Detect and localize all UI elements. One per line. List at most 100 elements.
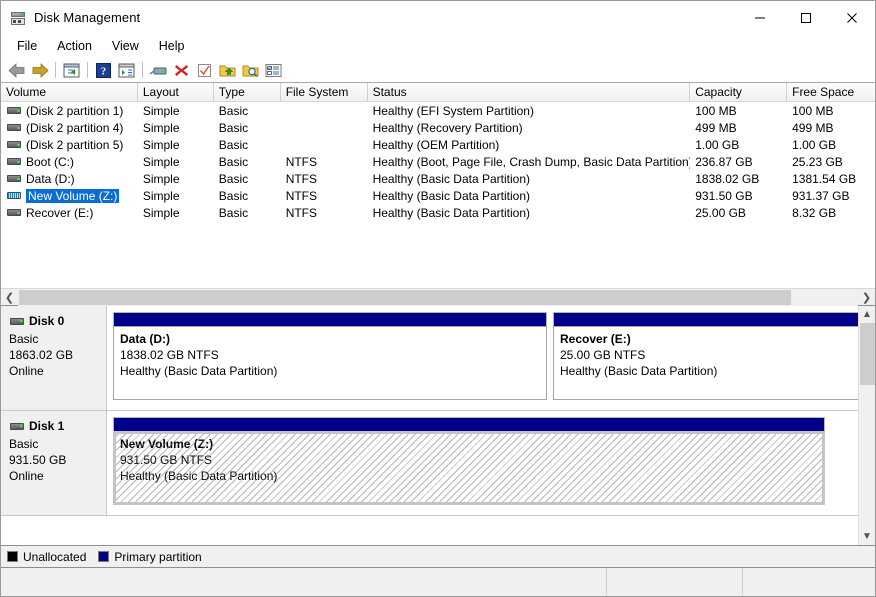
- volume-name: New Volume (Z:): [26, 189, 119, 203]
- volume-capacity: 236.87 GB: [690, 155, 787, 169]
- table-row[interactable]: (Disk 2 partition 4) Simple Basic Health…: [1, 119, 875, 136]
- menu-action[interactable]: Action: [47, 36, 102, 56]
- volume-file-system: NTFS: [281, 206, 368, 220]
- close-button[interactable]: [829, 1, 875, 34]
- volume-type: Basic: [214, 138, 281, 152]
- rescan-disks-icon[interactable]: [147, 59, 170, 81]
- volume-free-space: 499 MB: [787, 121, 875, 135]
- checkbox-properties-icon[interactable]: [193, 59, 216, 81]
- column-header-status[interactable]: Status: [368, 83, 691, 101]
- status-segment-1: [1, 568, 607, 596]
- partition-details: Data (D:) 1838.02 GB NTFS Healthy (Basic…: [113, 326, 547, 400]
- legend-label-primary-partition: Primary partition: [114, 550, 201, 564]
- partition-block-selected[interactable]: New Volume (Z:) 931.50 GB NTFS Healthy (…: [113, 417, 825, 505]
- volume-drive-icon: [6, 122, 22, 133]
- disk-size: 1863.02 GB: [9, 347, 106, 363]
- menu-file[interactable]: File: [7, 36, 47, 56]
- volume-file-system: NTFS: [281, 172, 368, 186]
- legend-item-primary-partition: Primary partition: [98, 550, 201, 564]
- volume-layout: Simple: [138, 172, 214, 186]
- show-hide-console-tree-icon[interactable]: [60, 59, 83, 81]
- volume-list-horizontal-scrollbar[interactable]: ❮ ❯: [1, 288, 875, 305]
- disk-type: Basic: [9, 436, 106, 452]
- properties-window-icon[interactable]: [115, 59, 138, 81]
- disk-scroll-area: Disk 0 Basic 1863.02 GB Online Data (D:)…: [1, 306, 858, 545]
- volume-drive-icon: [6, 105, 22, 116]
- back-arrow-icon[interactable]: [5, 59, 28, 81]
- maximize-button[interactable]: [783, 1, 829, 34]
- partition-color-bar: [113, 312, 547, 326]
- partition-status: Healthy (Basic Data Partition): [120, 468, 818, 484]
- vertical-scroll-thumb[interactable]: [860, 323, 875, 385]
- volume-free-space: 931.37 GB: [787, 189, 875, 203]
- volume-name: (Disk 2 partition 4): [26, 121, 123, 135]
- volume-status: Healthy (Basic Data Partition): [368, 189, 691, 203]
- disk-type: Basic: [9, 331, 106, 347]
- partition-name: New Volume (Z:): [120, 436, 818, 452]
- volume-capacity: 931.50 GB: [690, 189, 787, 203]
- volume-drive-icon: [6, 139, 22, 150]
- partition-size-fs: 931.50 GB NTFS: [120, 452, 818, 468]
- column-header-capacity[interactable]: Capacity: [690, 83, 787, 101]
- table-row[interactable]: Boot (C:) Simple Basic NTFS Healthy (Boo…: [1, 153, 875, 170]
- status-bar: [1, 568, 875, 596]
- table-row[interactable]: Data (D:) Simple Basic NTFS Healthy (Bas…: [1, 170, 875, 187]
- scroll-left-arrow-icon[interactable]: ❮: [1, 289, 18, 306]
- disk-info-disk-1[interactable]: Disk 1 Basic 931.50 GB Online: [1, 411, 107, 515]
- volume-layout: Simple: [138, 155, 214, 169]
- partition-block[interactable]: Recover (E:) 25.00 GB NTFS Healthy (Basi…: [553, 312, 858, 400]
- table-row[interactable]: (Disk 2 partition 5) Simple Basic Health…: [1, 136, 875, 153]
- folder-up-icon[interactable]: [216, 59, 239, 81]
- disk-size: 931.50 GB: [9, 452, 106, 468]
- column-header-volume[interactable]: Volume: [1, 83, 138, 101]
- volume-free-space: 25.23 GB: [787, 155, 875, 169]
- window-title: Disk Management: [34, 10, 140, 25]
- horizontal-scroll-thumb[interactable]: [19, 290, 791, 305]
- volume-file-system: NTFS: [281, 189, 368, 203]
- volume-list-header: Volume Layout Type File System Status Ca…: [1, 83, 875, 102]
- menu-help[interactable]: Help: [149, 36, 195, 56]
- scroll-up-arrow-icon[interactable]: ▲: [859, 306, 875, 323]
- menu-view[interactable]: View: [102, 36, 149, 56]
- title-bar: Disk Management: [1, 1, 875, 34]
- volume-layout: Simple: [138, 138, 214, 152]
- list-view-icon[interactable]: [262, 59, 285, 81]
- volume-status: Healthy (OEM Partition): [368, 138, 691, 152]
- minimize-button[interactable]: [737, 1, 783, 34]
- disk-row-disk-1[interactable]: Disk 1 Basic 931.50 GB Online New Volume…: [1, 411, 858, 516]
- delete-red-x-icon[interactable]: [170, 59, 193, 81]
- disk-row-disk-0[interactable]: Disk 0 Basic 1863.02 GB Online Data (D:)…: [1, 306, 858, 411]
- table-row[interactable]: Recover (E:) Simple Basic NTFS Healthy (…: [1, 204, 875, 221]
- disk-drive-icon: [9, 421, 25, 432]
- forward-arrow-icon[interactable]: [28, 59, 51, 81]
- scroll-down-arrow-icon[interactable]: ▼: [859, 528, 875, 545]
- column-header-type[interactable]: Type: [214, 83, 281, 101]
- volume-free-space: 8.32 GB: [787, 206, 875, 220]
- partition-color-bar: [553, 312, 858, 326]
- volume-drive-icon: [6, 190, 22, 201]
- legend: Unallocated Primary partition: [1, 546, 875, 568]
- disk-title-disk-0: Disk 0: [9, 314, 106, 328]
- partition-block[interactable]: Data (D:) 1838.02 GB NTFS Healthy (Basic…: [113, 312, 547, 400]
- volume-type: Basic: [214, 155, 281, 169]
- volume-type: Basic: [214, 121, 281, 135]
- vertical-scroll-track[interactable]: [859, 323, 875, 528]
- scroll-right-arrow-icon[interactable]: ❯: [858, 289, 875, 306]
- volume-name: Recover (E:): [26, 206, 93, 220]
- table-row[interactable]: (Disk 2 partition 1) Simple Basic Health…: [1, 102, 875, 119]
- column-header-file-system[interactable]: File System: [281, 83, 368, 101]
- disk-pane-vertical-scrollbar[interactable]: ▲ ▼: [858, 306, 875, 545]
- column-header-free-space[interactable]: Free Space: [787, 83, 875, 101]
- partition-color-bar: [113, 417, 825, 431]
- volume-name: (Disk 2 partition 1): [26, 104, 123, 118]
- volume-status: Healthy (Basic Data Partition): [368, 172, 691, 186]
- help-icon[interactable]: ?: [92, 59, 115, 81]
- volume-layout: Simple: [138, 121, 214, 135]
- partition-name: Data (D:): [120, 331, 540, 347]
- table-row-selected[interactable]: New Volume (Z:) Simple Basic NTFS Health…: [1, 187, 875, 204]
- folder-search-icon[interactable]: [239, 59, 262, 81]
- horizontal-scroll-track[interactable]: [18, 289, 858, 306]
- column-header-layout[interactable]: Layout: [138, 83, 214, 101]
- disk-info-disk-0[interactable]: Disk 0 Basic 1863.02 GB Online: [1, 306, 107, 410]
- volume-drive-icon: [6, 156, 22, 167]
